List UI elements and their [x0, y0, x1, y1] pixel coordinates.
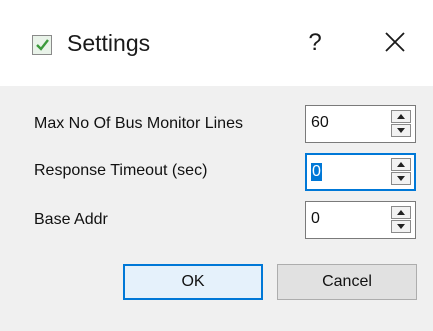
spin-down-button[interactable] [391, 172, 411, 185]
response-timeout-value[interactable]: 0 [311, 163, 322, 181]
spin-down-button[interactable] [391, 220, 411, 233]
cancel-button[interactable]: Cancel [277, 264, 417, 300]
close-icon [385, 32, 405, 52]
response-timeout-label: Response Timeout (sec) [34, 162, 208, 179]
response-timeout-spinbox[interactable]: 0 [305, 153, 416, 191]
base-addr-label: Base Addr [34, 211, 108, 228]
settings-dialog: Settings ? Max No Of Bus Monitor Lines 6… [0, 0, 433, 331]
ok-button[interactable]: OK [123, 264, 263, 300]
spin-arrows [391, 110, 411, 138]
spin-arrows [391, 158, 411, 186]
help-button[interactable]: ? [303, 28, 327, 58]
window-title: Settings [67, 30, 151, 56]
chevron-up-icon [397, 114, 405, 119]
spin-arrows [391, 206, 411, 234]
max-bus-monitor-lines-spinbox[interactable]: 60 [305, 105, 416, 143]
chevron-down-icon [397, 128, 405, 133]
max-bus-monitor-lines-value[interactable]: 60 [311, 114, 329, 132]
spin-up-button[interactable] [391, 206, 411, 219]
spin-down-button[interactable] [391, 124, 411, 137]
chevron-down-icon [397, 224, 405, 229]
checkbox-icon [32, 35, 52, 55]
chevron-up-icon [397, 210, 405, 215]
spin-up-button[interactable] [391, 158, 411, 171]
spin-up-button[interactable] [391, 110, 411, 123]
base-addr-value[interactable]: 0 [311, 210, 320, 228]
chevron-up-icon [397, 162, 405, 167]
max-bus-monitor-lines-label: Max No Of Bus Monitor Lines [34, 115, 243, 132]
close-button[interactable] [384, 31, 406, 53]
title-bar: Settings ? [0, 0, 433, 86]
base-addr-spinbox[interactable]: 0 [305, 201, 416, 239]
chevron-down-icon [397, 176, 405, 181]
